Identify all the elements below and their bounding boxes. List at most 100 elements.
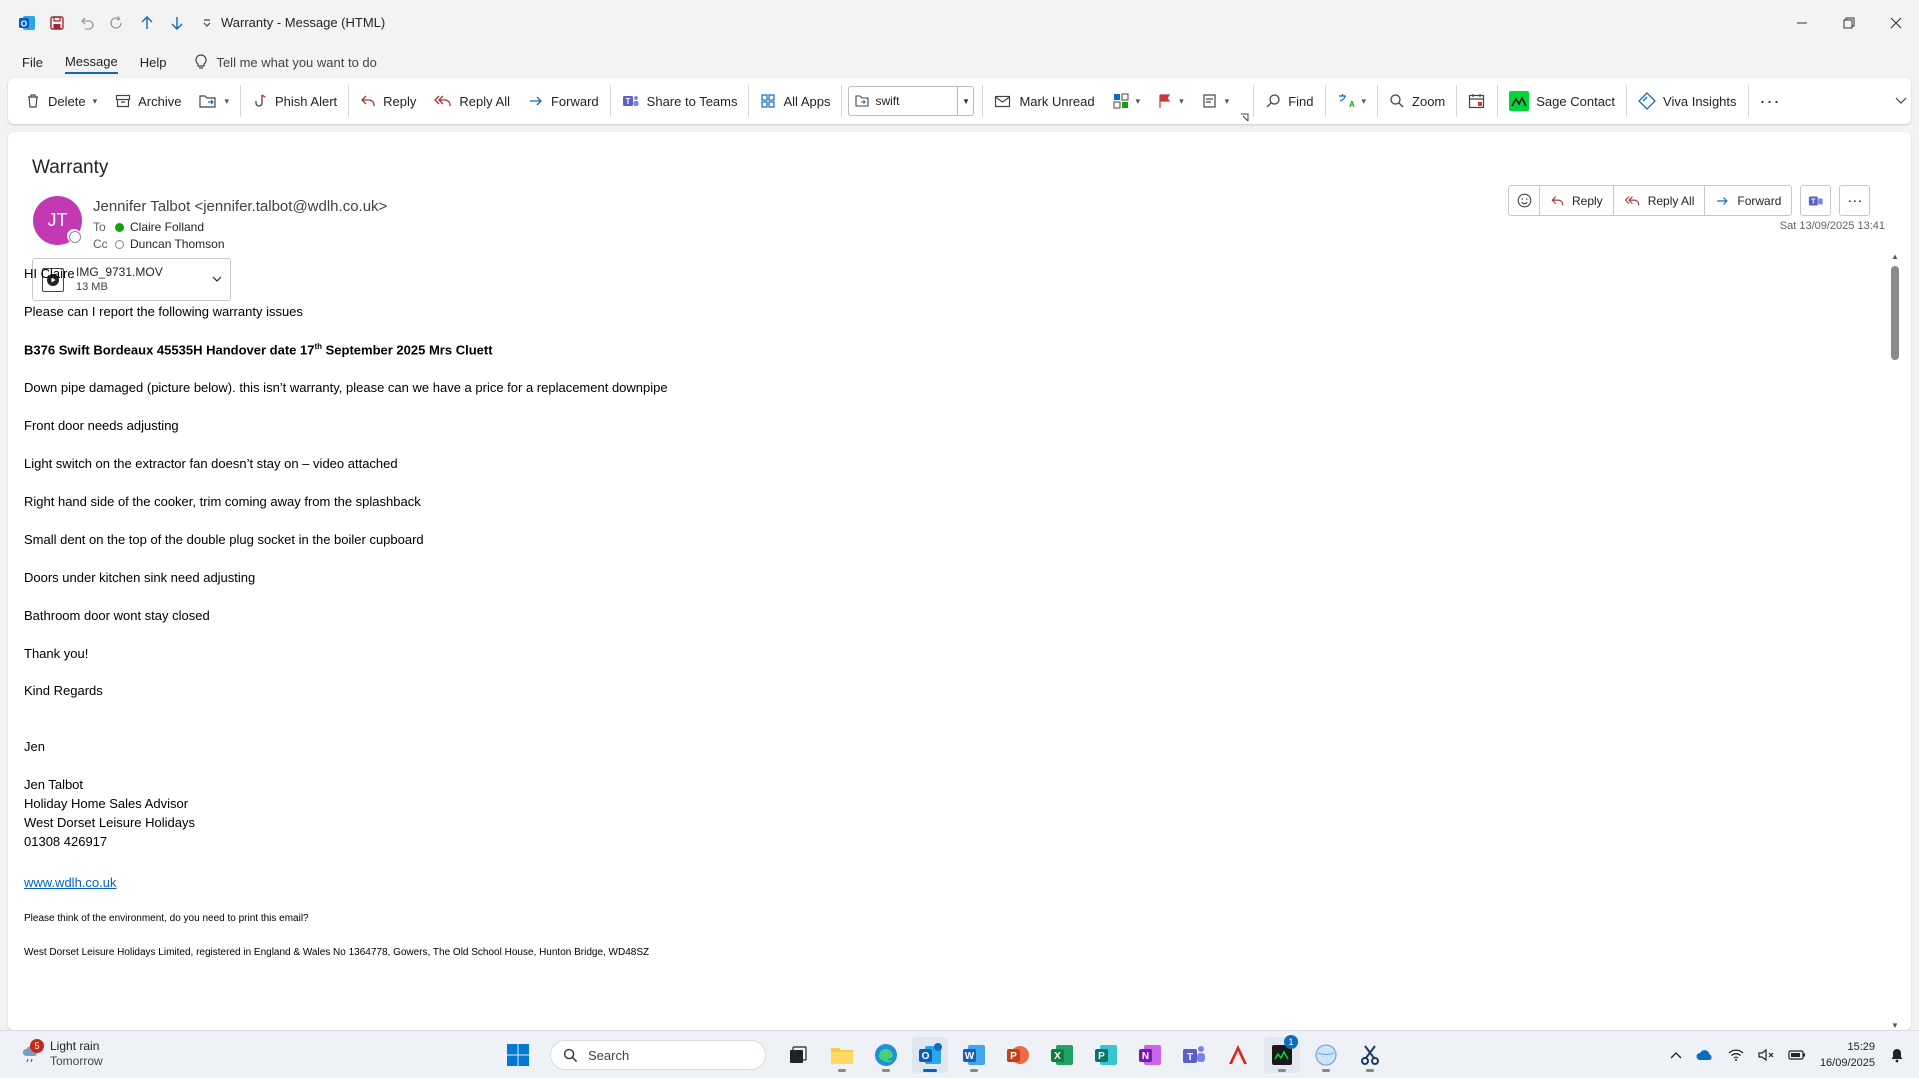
taskbar-file-explorer[interactable] xyxy=(824,1037,860,1073)
policy-button[interactable]: ▾ xyxy=(1193,84,1239,118)
translate-button[interactable]: A ▾ xyxy=(1328,84,1376,118)
restore-icon[interactable] xyxy=(1825,0,1872,46)
to-line: To Claire Folland xyxy=(93,220,204,234)
speaker-muted-icon[interactable] xyxy=(1758,1048,1774,1062)
close-icon[interactable] xyxy=(1872,0,1919,46)
move-button[interactable]: ▾ xyxy=(190,84,238,118)
sage-contact-button[interactable]: Sage Contact xyxy=(1500,84,1624,118)
message-reply-button[interactable]: Reply xyxy=(1540,185,1614,216)
edge-icon xyxy=(875,1044,897,1066)
taskbar-browser[interactable] xyxy=(1308,1037,1344,1073)
find-button[interactable]: Find xyxy=(1256,84,1322,118)
ribbon-collapse-icon[interactable] xyxy=(1886,84,1911,118)
mark-unread-button[interactable]: Mark Unread xyxy=(985,84,1103,118)
chevron-up-icon[interactable] xyxy=(1670,1051,1682,1059)
svg-text:N: N xyxy=(1142,1051,1149,1062)
chevron-down-icon[interactable]: ▾ xyxy=(1225,96,1230,107)
taskbar-outlook[interactable]: O xyxy=(912,1037,948,1073)
quick-steps-combo[interactable]: swift ▾ xyxy=(848,86,975,116)
minimize-icon[interactable] xyxy=(1778,0,1825,46)
taskbar-powerpoint[interactable]: P xyxy=(1000,1037,1036,1073)
sender[interactable]: Jennifer Talbot <jennifer.talbot@wdlh.co… xyxy=(93,198,387,215)
search-icon xyxy=(1265,93,1281,109)
to-recipient[interactable]: Claire Folland xyxy=(130,220,204,234)
start-button[interactable] xyxy=(500,1037,536,1073)
taskbar-excel[interactable]: X xyxy=(1044,1037,1080,1073)
message-scrollbar[interactable]: ▲ ▼ xyxy=(1889,252,1901,1030)
next-item-icon[interactable] xyxy=(164,10,190,36)
message-forward-button[interactable]: Forward xyxy=(1705,185,1793,216)
more-commands-button[interactable]: ··· xyxy=(1751,84,1790,118)
redo-icon[interactable] xyxy=(104,10,130,36)
archive-button[interactable]: Archive xyxy=(106,84,190,118)
message-reply-all-button[interactable]: Reply All xyxy=(1613,185,1706,216)
excel-icon: X xyxy=(1051,1045,1073,1065)
signature-phone: 01308 426917 xyxy=(24,834,108,849)
calendar-button[interactable] xyxy=(1459,84,1495,118)
customize-toolbar-icon[interactable] xyxy=(194,10,220,36)
scroll-up-icon[interactable]: ▲ xyxy=(1889,252,1901,261)
categorize-icon xyxy=(1113,93,1129,109)
categorize-button[interactable]: ▾ xyxy=(1104,84,1150,118)
undo-icon[interactable] xyxy=(74,10,100,36)
title-bar: O Warranty - Message (HTML) xyxy=(0,0,1919,46)
taskbar-sage[interactable]: 1 xyxy=(1264,1035,1300,1073)
forward-button[interactable]: Forward xyxy=(519,84,608,118)
menu-help[interactable]: Help xyxy=(140,52,167,73)
teams-share-button[interactable]: T xyxy=(1800,185,1832,216)
viva-insights-button[interactable]: Viva Insights xyxy=(1629,84,1745,118)
scissors-icon xyxy=(1361,1045,1379,1065)
taskbar-search[interactable]: Search xyxy=(550,1040,766,1070)
trash-icon xyxy=(25,93,41,109)
dialog-launcher-icon[interactable] xyxy=(1238,110,1251,124)
taskbar-edge[interactable] xyxy=(868,1037,904,1073)
phish-alert-label: Phish Alert xyxy=(275,93,338,109)
scrollbar-thumb[interactable] xyxy=(1891,266,1899,360)
notifications-bell-icon[interactable] xyxy=(1889,1047,1905,1063)
menu-message[interactable]: Message xyxy=(64,51,118,74)
heading-part-b: September 2025 Mrs Cluett xyxy=(322,342,493,358)
find-label: Find xyxy=(1288,93,1314,109)
ribbon-divider xyxy=(348,85,350,117)
wifi-icon[interactable] xyxy=(1728,1048,1744,1062)
delete-button[interactable]: Delete ▾ xyxy=(16,84,106,118)
chevron-down-icon[interactable]: ▾ xyxy=(93,96,98,107)
svg-text:T: T xyxy=(625,97,630,106)
taskbar-publisher[interactable]: P xyxy=(1088,1037,1124,1073)
menu-file[interactable]: File xyxy=(22,52,43,73)
emoji-reaction-button[interactable] xyxy=(1508,185,1540,216)
cc-recipient[interactable]: Duncan Thomson xyxy=(130,237,225,251)
weather-widget[interactable]: 5 Light rain Tomorrow xyxy=(20,1039,103,1069)
chevron-down-icon[interactable]: ▾ xyxy=(1179,96,1184,107)
all-apps-button[interactable]: All Apps xyxy=(751,84,839,118)
tell-me-search[interactable]: Tell me what you want to do xyxy=(194,54,377,70)
zoom-button[interactable]: Zoom xyxy=(1380,84,1454,118)
save-icon[interactable] xyxy=(44,10,70,36)
website-link[interactable]: www.wdlh.co.uk xyxy=(24,875,116,890)
chevron-down-icon[interactable]: ▾ xyxy=(1362,96,1367,107)
previous-item-icon[interactable] xyxy=(134,10,160,36)
onedrive-cloud-icon[interactable] xyxy=(1696,1049,1714,1061)
task-view-button[interactable] xyxy=(780,1037,816,1073)
taskbar-onenote[interactable]: N xyxy=(1132,1037,1168,1073)
quick-steps-value[interactable]: swift xyxy=(849,94,957,108)
scroll-down-icon[interactable]: ▼ xyxy=(1889,1021,1901,1030)
taskbar: 5 Light rain Tomorrow Search O W P X P N… xyxy=(0,1030,1919,1078)
system-clock[interactable]: 15:29 16/09/2025 xyxy=(1820,1039,1875,1071)
battery-charging-icon[interactable] xyxy=(1788,1049,1806,1061)
reply-all-label: Reply All xyxy=(459,93,510,109)
chevron-down-icon[interactable]: ▾ xyxy=(1136,96,1141,107)
chevron-down-icon[interactable]: ▾ xyxy=(224,96,229,107)
taskbar-acrobat[interactable] xyxy=(1220,1037,1256,1073)
follow-up-button[interactable]: ▾ xyxy=(1149,84,1193,118)
reply-button[interactable]: Reply xyxy=(351,84,425,118)
word-icon: W xyxy=(963,1045,985,1065)
reply-all-button[interactable]: Reply All xyxy=(425,84,519,118)
more-actions-button[interactable]: ··· xyxy=(1839,185,1871,216)
chevron-down-icon[interactable]: ▾ xyxy=(957,87,973,115)
taskbar-snipping-tool[interactable] xyxy=(1352,1037,1388,1073)
taskbar-teams[interactable]: T xyxy=(1176,1037,1212,1073)
taskbar-word[interactable]: W xyxy=(956,1037,992,1073)
phish-alert-button[interactable]: Phish Alert xyxy=(243,84,346,118)
share-to-teams-button[interactable]: T Share to Teams xyxy=(613,84,747,118)
